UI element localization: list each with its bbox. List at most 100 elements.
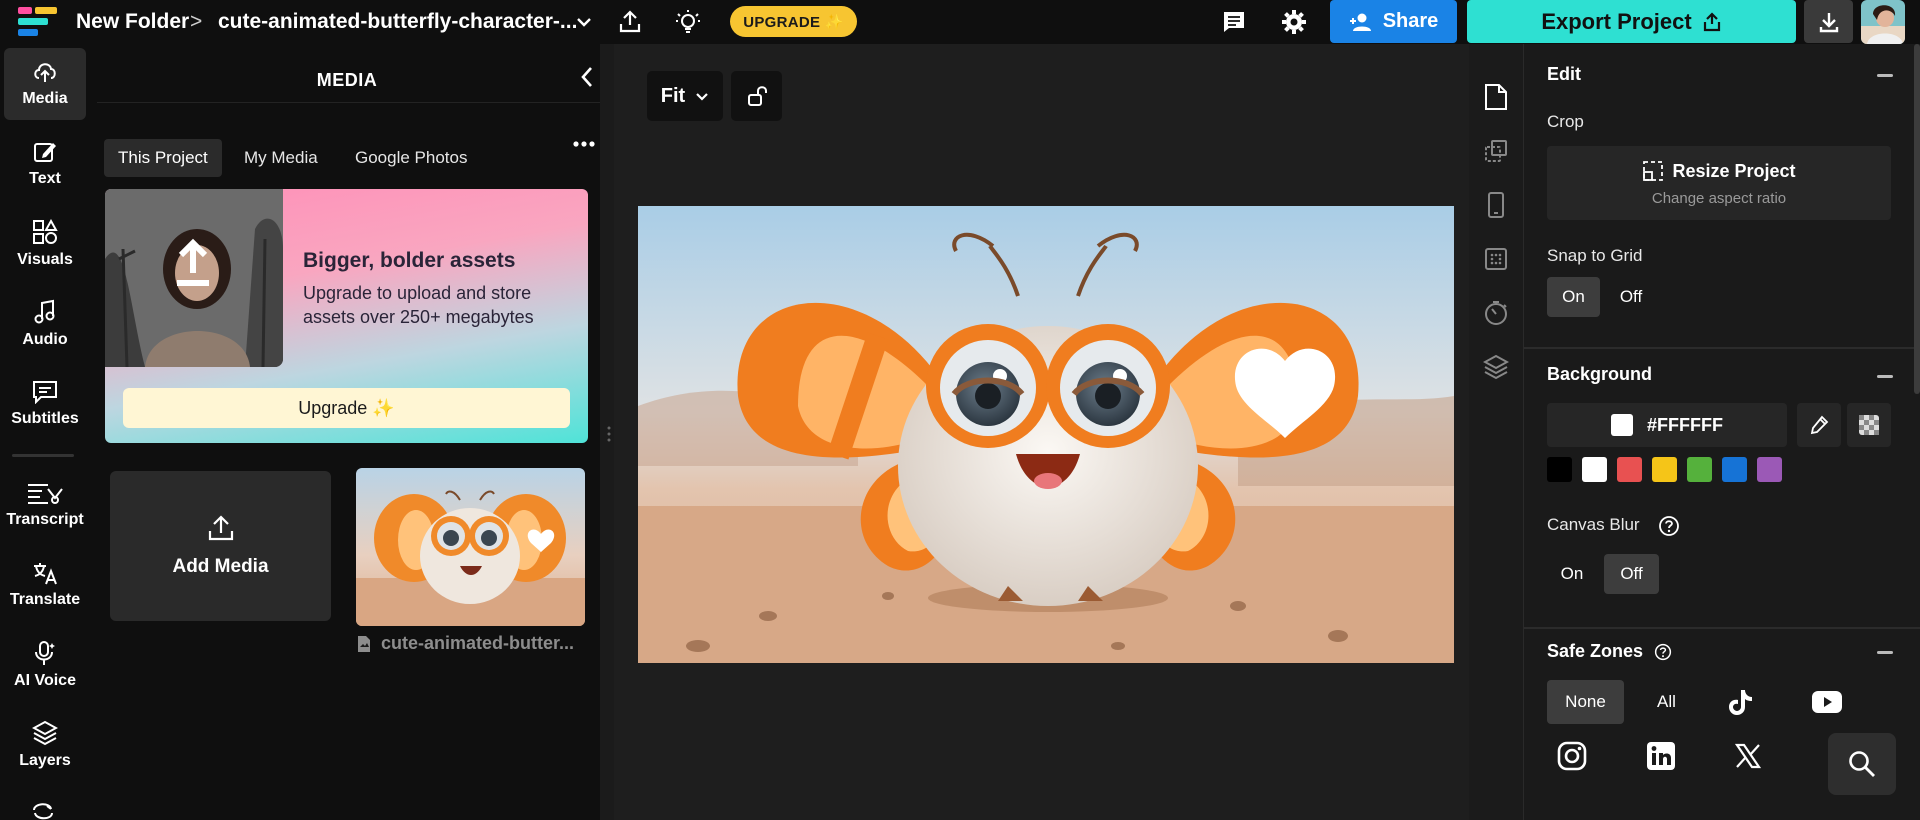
help-icon[interactable] — [1653, 642, 1673, 662]
nav-layers[interactable]: Layers — [4, 709, 86, 781]
transparency-icon — [1859, 415, 1879, 435]
instagram-icon[interactable] — [1547, 734, 1597, 778]
export-project-button[interactable]: Export Project — [1467, 0, 1796, 43]
resize-subtitle: Change aspect ratio — [1651, 190, 1787, 207]
search-icon — [1849, 751, 1875, 777]
tab-this-project[interactable]: This Project — [104, 139, 222, 177]
nav-visuals[interactable]: Visuals — [4, 208, 86, 280]
left-navigation: Media Text Visuals Audio Subtitles Trans… — [0, 44, 97, 820]
safe-zones-section-title: Safe Zones — [1547, 641, 1644, 661]
translate-icon — [34, 563, 57, 585]
duplicate-icon[interactable] — [1479, 134, 1513, 168]
linkedin-icon[interactable] — [1636, 734, 1686, 778]
zoom-fit-dropdown[interactable]: Fit — [647, 71, 723, 121]
color-swatch[interactable] — [1722, 457, 1747, 482]
safe-zone-all-button[interactable]: All — [1639, 680, 1694, 724]
snap-on-button[interactable]: On — [1547, 277, 1600, 317]
collapse-edit-icon[interactable] — [1877, 74, 1893, 77]
snap-off-button[interactable]: Off — [1606, 277, 1656, 317]
canvas-blur-label: Canvas Blur — [1547, 515, 1640, 534]
right-tool-rail — [1469, 44, 1523, 820]
share-button[interactable]: Share — [1330, 0, 1457, 43]
breadcrumb-folder[interactable]: New Folder — [76, 0, 189, 44]
media-thumbnail[interactable] — [356, 468, 585, 626]
nav-subtitles[interactable]: Subtitles — [4, 368, 86, 440]
timer-icon[interactable] — [1479, 296, 1513, 330]
background-hex-value: #FFFFFF — [1647, 414, 1723, 435]
layers-icon — [32, 720, 58, 746]
color-swatch[interactable] — [1547, 457, 1572, 482]
upload-icon[interactable] — [614, 6, 646, 38]
nav-ai-voice[interactable]: AI Voice — [4, 629, 86, 701]
gear-icon[interactable] — [1278, 6, 1310, 38]
search-button[interactable] — [1828, 733, 1896, 795]
color-swatch[interactable] — [1617, 457, 1642, 482]
help-icon[interactable] — [1657, 514, 1681, 538]
music-note-icon — [34, 299, 55, 324]
project-name[interactable]: cute-animated-butterfly-character-... — [218, 0, 577, 44]
color-swatch[interactable] — [1582, 457, 1607, 482]
more-options-icon[interactable] — [571, 136, 597, 152]
resize-icon — [1643, 161, 1664, 181]
transparent-background-button[interactable] — [1847, 403, 1891, 447]
tab-google-photos[interactable]: Google Photos — [341, 139, 481, 177]
app-logo[interactable] — [16, 4, 60, 40]
download-icon — [1819, 12, 1838, 32]
x-icon[interactable] — [1723, 734, 1773, 778]
top-bar: New Folder > cute-animated-butterfly-cha… — [0, 0, 1920, 44]
background-color-field[interactable]: #FFFFFF — [1547, 403, 1787, 447]
chevron-down-icon — [696, 92, 708, 101]
safe-zone-none-button[interactable]: None — [1547, 680, 1624, 724]
canvas-stage: Fit — [614, 44, 1469, 820]
nav-audio-label: Audio — [22, 331, 68, 348]
lock-toggle[interactable] — [731, 71, 782, 121]
lightbulb-icon[interactable] — [672, 6, 704, 38]
tiktok-icon[interactable] — [1715, 680, 1765, 724]
edit-section-title: Edit — [1547, 64, 1581, 84]
nav-media[interactable]: Media — [4, 48, 86, 120]
panel-divider — [97, 102, 600, 103]
nav-transcript[interactable]: Transcript — [4, 469, 86, 541]
panel-title: MEDIA — [316, 70, 378, 90]
nav-audio[interactable]: Audio — [4, 288, 86, 360]
blur-on-button[interactable]: On — [1547, 554, 1597, 594]
promo-upgrade-button[interactable]: Upgrade ✨ — [123, 388, 570, 428]
nav-layers-label: Layers — [19, 752, 71, 769]
youtube-icon[interactable] — [1802, 680, 1852, 724]
breadcrumb-separator: > — [190, 10, 203, 33]
refresh-icon[interactable] — [28, 802, 58, 820]
color-swatch[interactable] — [1652, 457, 1677, 482]
upgrade-button[interactable]: UPGRADE ✨ — [730, 6, 857, 37]
download-button[interactable] — [1804, 0, 1853, 43]
collapse-background-icon[interactable] — [1877, 375, 1893, 378]
subtitles-icon — [33, 381, 57, 404]
tab-my-media[interactable]: My Media — [230, 139, 332, 177]
color-swatch[interactable] — [1757, 457, 1782, 482]
cloud-upload-icon — [34, 63, 56, 82]
add-media-button[interactable]: Add Media — [110, 471, 331, 621]
crop-label: Crop — [1547, 112, 1584, 131]
layers-icon[interactable] — [1479, 350, 1513, 384]
add-media-label: Add Media — [172, 556, 269, 577]
avatar[interactable] — [1861, 0, 1905, 44]
nav-text[interactable]: Text — [4, 128, 86, 200]
project-canvas[interactable] — [638, 206, 1454, 663]
resize-project-button[interactable]: Resize Project Change aspect ratio — [1547, 146, 1891, 220]
panel-resize-handle[interactable] — [607, 425, 611, 443]
color-swatch[interactable] — [1687, 457, 1712, 482]
upload-icon — [208, 515, 233, 541]
media-file-caption: cute-animated-butter... — [357, 633, 587, 654]
blur-off-button[interactable]: Off — [1604, 554, 1659, 594]
properties-scrollbar[interactable] — [1914, 44, 1920, 394]
document-icon[interactable] — [1479, 80, 1513, 114]
nav-translate[interactable]: Translate — [4, 549, 86, 621]
comment-icon[interactable] — [1218, 6, 1250, 38]
collapse-panel-button[interactable] — [575, 64, 599, 90]
eyedropper-button[interactable] — [1797, 403, 1841, 447]
collapse-safe-zones-icon[interactable] — [1877, 651, 1893, 654]
mobile-icon[interactable] — [1479, 188, 1513, 222]
nav-visuals-label: Visuals — [17, 251, 73, 268]
grid-frame-icon[interactable] — [1479, 242, 1513, 276]
background-section-title: Background — [1547, 364, 1653, 384]
chevron-down-icon[interactable] — [572, 12, 596, 32]
